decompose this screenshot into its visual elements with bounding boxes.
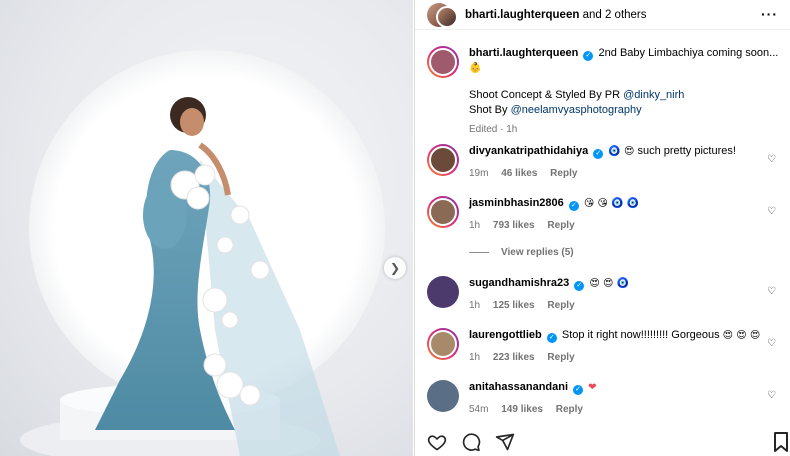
- commenter-avatar[interactable]: [427, 328, 459, 360]
- caption-username[interactable]: bharti.laughterqueen: [469, 47, 578, 59]
- verified-icon: ✓: [568, 201, 579, 211]
- verified-icon: ✓: [583, 51, 594, 61]
- comment-likes[interactable]: 223 likes: [493, 352, 535, 363]
- reply-button[interactable]: Reply: [547, 300, 574, 311]
- post-photo: ❯: [0, 0, 413, 456]
- post-authors[interactable]: bharti.laughterqueen and 2 others: [465, 9, 647, 21]
- like-comment-icon[interactable]: ♡: [767, 154, 776, 165]
- commenter-avatar[interactable]: [427, 196, 459, 228]
- comment-likes[interactable]: 125 likes: [493, 300, 535, 311]
- comment-text: such pretty pictures!: [637, 145, 736, 157]
- verified-icon: ✓: [574, 281, 585, 291]
- post-actions: [427, 432, 515, 452]
- comment-emoji: 😍 😍 🧿: [589, 278, 630, 289]
- comment-time: 1h: [469, 300, 481, 311]
- author-username[interactable]: bharti.laughterqueen: [465, 9, 579, 21]
- verified-icon: ✓: [573, 385, 584, 395]
- comment-emoji: 🧿 😍: [608, 146, 635, 157]
- credit1-prefix: Shoot Concept & Styled By PR: [469, 89, 621, 101]
- credit2-prefix: Shot By: [469, 104, 508, 116]
- commenter-avatar[interactable]: [427, 144, 459, 176]
- comment-emoji: 😘 😘 🧿 🧿: [583, 198, 640, 209]
- like-comment-icon[interactable]: ♡: [767, 390, 776, 401]
- comment-likes[interactable]: 149 likes: [501, 404, 543, 415]
- like-comment-icon[interactable]: ♡: [767, 338, 776, 349]
- reply-button[interactable]: Reply: [550, 168, 577, 179]
- view-replies-label[interactable]: View replies (5): [501, 247, 574, 258]
- share-icon[interactable]: [495, 432, 515, 452]
- reply-button[interactable]: Reply: [547, 352, 574, 363]
- caption-meta: Edited · 1h: [469, 124, 518, 135]
- post-header: bharti.laughterqueen and 2 others ···: [415, 0, 790, 30]
- author-others[interactable]: and 2 others: [583, 9, 647, 21]
- chevron-right-icon: ❯: [389, 261, 401, 275]
- like-comment-icon[interactable]: ♡: [767, 206, 776, 217]
- comment-username[interactable]: jasminbhasin2806: [469, 197, 564, 209]
- reply-button[interactable]: Reply: [547, 220, 574, 231]
- comment-text: Stop it right now!!!!!!!!! Gorgeous: [561, 329, 720, 341]
- comment-time: 19m: [469, 168, 489, 179]
- commenter-avatar[interactable]: [427, 276, 459, 308]
- comment-username[interactable]: anitahassanandani: [469, 381, 568, 393]
- credit2-handle[interactable]: @neelamvyasphotography: [511, 104, 642, 116]
- more-icon[interactable]: ···: [761, 6, 778, 22]
- credit1-handle[interactable]: @dinky_nirh: [623, 89, 684, 101]
- caption-emoji: 👶: [469, 63, 482, 74]
- post-side-panel: bharti.laughterqueen and 2 others ··· bh…: [414, 0, 790, 456]
- comment-likes[interactable]: 46 likes: [501, 168, 537, 179]
- caption-avatar[interactable]: [427, 46, 459, 78]
- comment-likes[interactable]: 793 likes: [493, 220, 535, 231]
- comment-emoji: ❤: [588, 382, 597, 393]
- heart-icon[interactable]: [427, 432, 447, 452]
- view-replies-button[interactable]: View replies (5): [469, 247, 574, 258]
- caption-text: 2nd Baby Limbachiya coming soon...: [598, 47, 779, 59]
- comment-icon[interactable]: [461, 432, 481, 452]
- comment-username[interactable]: sugandhamishra23: [469, 277, 569, 289]
- next-photo-button[interactable]: ❯: [384, 257, 406, 279]
- comment-time: 1h: [469, 220, 481, 231]
- verified-icon: ✓: [546, 333, 557, 343]
- comment-username[interactable]: laurengottlieb: [469, 329, 542, 341]
- verified-icon: ✓: [593, 149, 604, 159]
- comment-time: 1h: [469, 352, 481, 363]
- like-comment-icon[interactable]: ♡: [767, 286, 776, 297]
- reply-button[interactable]: Reply: [556, 404, 583, 415]
- bookmark-icon[interactable]: [774, 432, 788, 455]
- comment-time: 54m: [469, 404, 489, 415]
- commenter-avatar[interactable]: [427, 380, 459, 412]
- comment-username[interactable]: divyankatripathidahiya: [469, 145, 588, 157]
- photo-illustration: [20, 50, 385, 456]
- comment-emoji: 😍 😍 😍: [722, 330, 761, 341]
- author-avatar[interactable]: [427, 2, 458, 28]
